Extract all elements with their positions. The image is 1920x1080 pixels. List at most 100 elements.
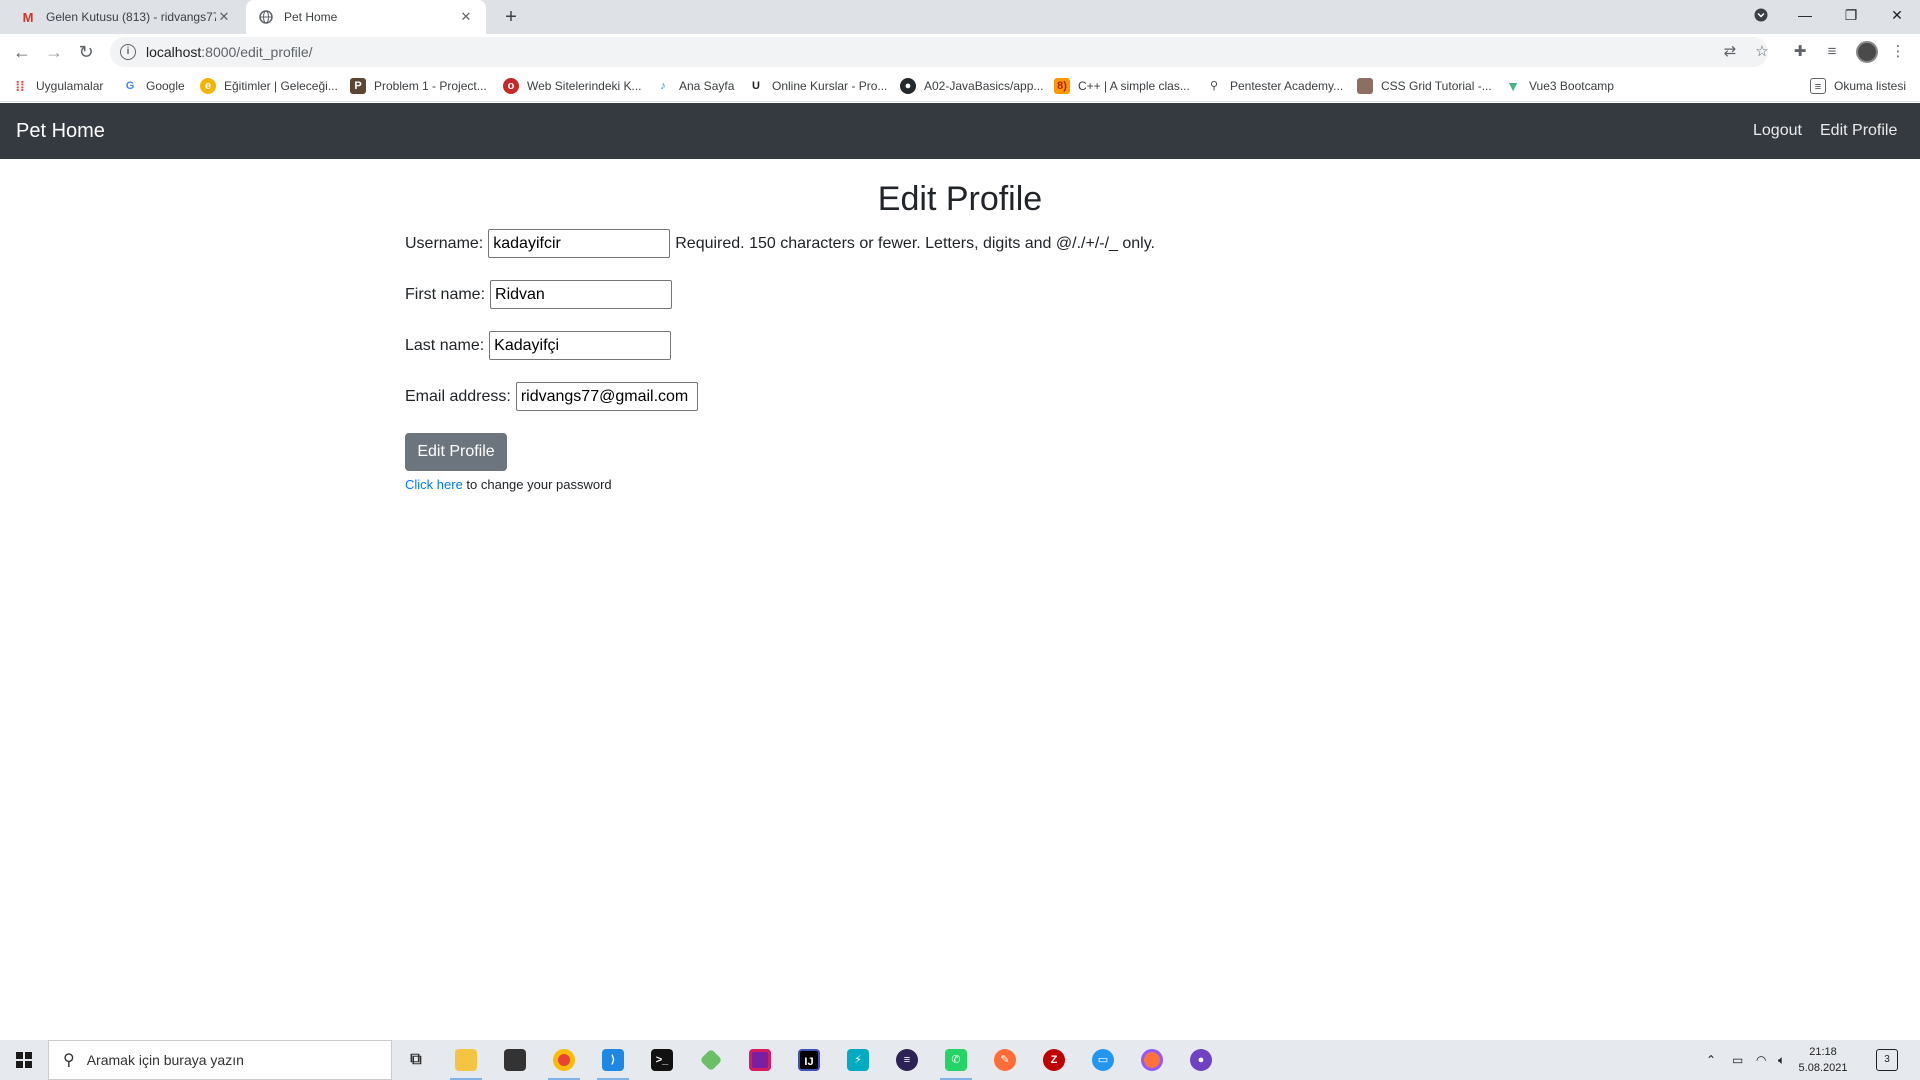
file-explorer-icon[interactable] — [442, 1040, 490, 1080]
pentester-icon: ⚲ — [1209, 80, 1219, 92]
intellij-icon[interactable]: IJ — [785, 1040, 833, 1080]
edit-profile-submit-button[interactable]: Edit Profile — [405, 433, 507, 471]
taskbar-clock[interactable]: 21:18 5.08.2021 — [1788, 1044, 1858, 1076]
terminal-icon[interactable]: >_ — [638, 1040, 686, 1080]
tab-pet-home[interactable]: Pet Home ✕ — [246, 0, 486, 34]
bookmark-vue3[interactable]: ▼ Vue3 Bootcamp — [1505, 70, 1614, 102]
profile-avatar[interactable] — [1856, 41, 1878, 63]
sourcetree-icon[interactable] — [687, 1040, 735, 1080]
eg-icon: e — [200, 78, 216, 94]
last-name-label: Last name: — [405, 336, 485, 354]
bookmarks-bar: ⁞⁞ Uygulamalar G Google e Eğitimler | Gelec… — [0, 70, 1920, 102]
username-input[interactable] — [488, 229, 671, 258]
chrome-icon[interactable] — [540, 1040, 588, 1080]
wifi-icon[interactable]: ◠ — [1756, 1040, 1766, 1080]
bookmark-github[interactable]: ● A02-JavaBasics/app... — [900, 70, 1043, 102]
bookmark-pentester[interactable]: ⚲ Pentester Academy... — [1206, 70, 1343, 102]
bookmark-egitimler[interactable]: e Eğitimler | Geleceği... — [200, 70, 338, 102]
github-icon: ● — [900, 78, 916, 94]
taskbar-search[interactable]: ⚲ Aramak için buraya yazın — [48, 1040, 392, 1080]
page-title: Edit Profile — [877, 180, 1043, 218]
edit-profile-link[interactable]: Edit Profile — [1820, 103, 1897, 159]
change-password-link[interactable]: Click here — [405, 477, 463, 492]
back-button[interactable]: ← — [8, 38, 36, 66]
clock-time: 21:18 — [1809, 1046, 1837, 1058]
winrar-icon[interactable] — [736, 1040, 784, 1080]
restore-button[interactable]: ❐ — [1828, 0, 1874, 30]
css-icon — [1357, 78, 1373, 94]
email-label: Email address: — [405, 387, 511, 405]
owasp-icon: o — [503, 78, 519, 94]
search-placeholder: Aramak için buraya yazın — [86, 1052, 244, 1068]
logout-link[interactable]: Logout — [1753, 103, 1802, 159]
windows-taskbar: ⚲ Aramak için buraya yazın ⧉ ⟩ >_ IJ ⚡ ≡… — [0, 1040, 1920, 1080]
task-view-icon[interactable]: ⧉ — [392, 1040, 440, 1080]
volume-icon[interactable]: 🔈︎ — [1778, 1040, 1785, 1080]
bookmark-ana-sayfa[interactable]: ♪ Ana Sayfa — [655, 70, 734, 102]
google-icon: G — [125, 80, 135, 92]
email-input[interactable] — [515, 382, 698, 411]
notification-icon[interactable]: 3 — [1876, 1049, 1898, 1071]
email-row: Email address: — [405, 382, 698, 411]
firefox-icon[interactable] — [1128, 1040, 1176, 1080]
tab-title: Pet Home — [284, 10, 338, 24]
close-window-button[interactable]: ✕ — [1874, 0, 1920, 30]
change-password-text: to change your password — [462, 477, 612, 492]
bookmark-project-euler[interactable]: P Problem 1 - Project... — [350, 70, 487, 102]
url-host: localhost — [146, 44, 202, 60]
translate-icon[interactable]: ⇄ — [1716, 38, 1744, 66]
bookmark-css-grid[interactable]: CSS Grid Tutorial -... — [1357, 70, 1492, 102]
docker-icon[interactable]: ▭ — [1079, 1040, 1127, 1080]
minimize-button[interactable]: — — [1782, 0, 1828, 30]
cpp-icon: 8) — [1054, 78, 1070, 94]
username-row: Username: Required. 150 characters or fe… — [405, 229, 1155, 258]
address-bar[interactable]: i localhost:8000/edit_profile/ — [110, 37, 1768, 67]
new-tab-button[interactable]: + — [498, 4, 524, 30]
lightning-app-icon[interactable]: ⚡ — [834, 1040, 882, 1080]
site-navbar: Pet Home Logout Edit Profile — [0, 103, 1920, 159]
windows-logo-icon — [16, 1052, 32, 1068]
profile-dropdown-icon[interactable] — [1738, 0, 1784, 30]
reload-button[interactable]: ↻ — [72, 38, 100, 66]
clock-date: 5.08.2021 — [1798, 1062, 1848, 1074]
eclipse-icon[interactable]: ≡ — [883, 1040, 931, 1080]
whatsapp-icon[interactable]: ✆ — [932, 1040, 980, 1080]
gmail-icon: M — [22, 9, 34, 25]
first-name-row: First name: — [405, 280, 673, 309]
battery-icon[interactable]: ▭ — [1732, 1040, 1743, 1080]
menu-icon[interactable]: ⋮ — [1884, 38, 1912, 66]
github-desktop-icon[interactable]: ● — [1177, 1040, 1225, 1080]
apps-grid-icon: ⁞⁞ — [15, 78, 25, 94]
username-label: Username: — [405, 234, 484, 252]
change-password-line: Click here to change your password — [405, 477, 612, 492]
tab-gmail[interactable]: M Gelen Kutusu (813) - ridvangs77@ ✕ — [8, 0, 244, 34]
start-button[interactable] — [0, 1040, 48, 1080]
reading-list-icon: ≡ — [1810, 78, 1826, 94]
first-name-label: First name: — [405, 285, 486, 303]
forward-button[interactable]: → — [40, 38, 68, 66]
first-name-input[interactable] — [490, 280, 673, 309]
vscode-icon[interactable]: ⟩ — [589, 1040, 637, 1080]
browser-tab-strip: M Gelen Kutusu (813) - ridvangs77@ ✕ Pet… — [0, 0, 1920, 34]
close-icon[interactable]: ✕ — [216, 9, 232, 25]
tray-chevron-icon[interactable]: ⌃ — [1706, 1040, 1716, 1080]
reading-list-button[interactable]: ≡ Okuma listesi — [1810, 70, 1906, 102]
star-icon[interactable]: ☆ — [1748, 38, 1776, 66]
bookmark-udemy[interactable]: U Online Kurslar - Pro... — [748, 70, 887, 102]
bookmark-google[interactable]: G Google — [122, 70, 185, 102]
info-icon[interactable]: i — [120, 44, 136, 60]
brand-link[interactable]: Pet Home — [16, 103, 105, 159]
reading-list-icon[interactable]: ≡ — [1818, 38, 1846, 66]
last-name-row: Last name: — [405, 331, 672, 360]
postman-icon[interactable]: ✎ — [981, 1040, 1029, 1080]
filezilla-icon[interactable]: Z — [1030, 1040, 1078, 1080]
close-icon[interactable]: ✕ — [458, 9, 474, 25]
tab-title: Gelen Kutusu (813) - ridvangs77@ — [46, 10, 216, 24]
store-icon[interactable] — [491, 1040, 539, 1080]
extensions-icon[interactable]: ✚ — [1786, 38, 1814, 66]
bookmark-cpp[interactable]: 8) C++ | A simple clas... — [1054, 70, 1190, 102]
bookmark-owasp[interactable]: o Web Sitelerindeki K... — [503, 70, 642, 102]
last-name-input[interactable] — [489, 331, 672, 360]
bookmark-apps[interactable]: ⁞⁞ Uygulamalar — [12, 70, 103, 102]
globe-icon — [258, 9, 274, 25]
